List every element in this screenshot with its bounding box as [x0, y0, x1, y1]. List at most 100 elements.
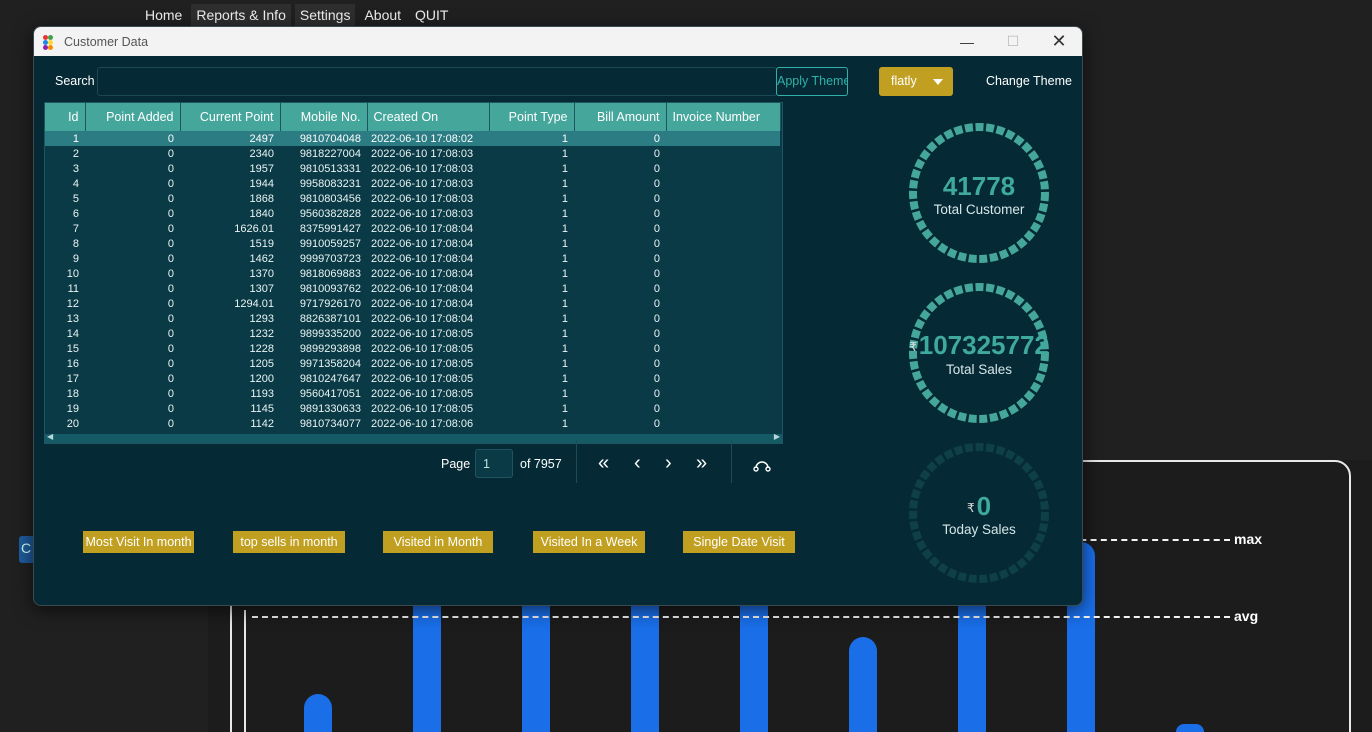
- table-cell: 9818227004: [299, 147, 361, 160]
- table-cell: 15: [66, 342, 79, 355]
- table-cell: 1: [561, 297, 568, 310]
- table-cell: 0: [167, 267, 174, 280]
- table-row[interactable]: 10 0 1370 9818069883 2022-06-10 17:08:04 1 0: [45, 266, 780, 281]
- table-cell: [666, 326, 780, 341]
- customer-data-window: Customer Data — ☐ ✕ Search Apply Theme f…: [33, 26, 1083, 606]
- column-header[interactable]: Id: [45, 103, 86, 131]
- table-cell: 9560417051: [299, 387, 361, 400]
- table-cell: 0: [653, 147, 660, 160]
- menu-quit[interactable]: QUIT: [410, 4, 453, 26]
- menu-settings[interactable]: Settings: [294, 4, 356, 26]
- table-row[interactable]: 12 0 1294.01 9717926170 2022-06-10 17:08:04 1…: [45, 296, 780, 311]
- table-cell: 1: [561, 267, 568, 280]
- column-header[interactable]: Bill Amount: [574, 103, 667, 131]
- table-cell: 0: [653, 267, 660, 280]
- table-cell: 9910059257: [299, 237, 361, 250]
- minimize-button[interactable]: —: [944, 27, 990, 56]
- table-row[interactable]: 1 0 2497 9810704048 2022-06-10 17:08:02 1 0: [45, 131, 780, 146]
- column-header[interactable]: Point Type: [489, 103, 575, 131]
- column-header[interactable]: Invoice Number: [666, 103, 781, 131]
- table-row[interactable]: 16 0 1205 9971358204 2022-06-10 17:08:05 1 0: [45, 356, 780, 371]
- table-cell: 9717926170: [299, 297, 361, 310]
- table-row[interactable]: 17 0 1200 9810247647 2022-06-10 17:08:05 1 0: [45, 371, 780, 386]
- table-cell: [666, 386, 780, 401]
- today-sales-label: Today Sales: [942, 522, 1016, 537]
- table-cell: 2022-06-10 17:08:05: [371, 357, 474, 370]
- horizontal-scrollbar[interactable]: ◀ ▶: [45, 432, 782, 443]
- table-cell: 2022-06-10 17:08:03: [371, 147, 474, 160]
- table-cell: 1: [561, 192, 568, 205]
- table-row[interactable]: 7 0 1626.01 8375991427 2022-06-10 17:08:04 1 0: [45, 221, 780, 236]
- table-cell: 2022-06-10 17:08:04: [371, 267, 474, 280]
- close-button[interactable]: ✕: [1036, 27, 1082, 56]
- table-cell: 1: [489, 131, 574, 146]
- prev-page-button[interactable]: ‹: [634, 452, 641, 475]
- table-cell: 0: [653, 372, 660, 385]
- table-cell: 1142: [250, 417, 274, 430]
- theme-dropdown[interactable]: flatly: [879, 67, 953, 96]
- table-row[interactable]: 19 0 1145 9891330633 2022-06-10 17:08:05 1 0: [45, 401, 780, 416]
- table-row[interactable]: 15 0 1228 9899293898 2022-06-10 17:08:05 1 0: [45, 341, 780, 356]
- table-cell: 0: [653, 417, 660, 430]
- table-cell: [666, 371, 780, 386]
- table-cell: 2022-06-10 17:08:04: [371, 237, 474, 250]
- table-row[interactable]: 8 0 1519 9910059257 2022-06-10 17:08:04 1 0: [45, 236, 780, 251]
- scroll-left-icon[interactable]: ◀: [47, 432, 53, 441]
- menu-reports-info[interactable]: Reports & Info: [191, 4, 291, 26]
- scroll-right-icon[interactable]: ▶: [774, 432, 780, 441]
- last-page-button[interactable]: »: [696, 452, 707, 475]
- table-row[interactable]: 11 0 1307 9810093762 2022-06-10 17:08:04 1 0: [45, 281, 780, 296]
- table-cell: 0: [167, 237, 174, 250]
- table-row[interactable]: 9 0 1462 9999703723 2022-06-10 17:08:04 1 0: [45, 251, 780, 266]
- apply-theme-button[interactable]: Apply Theme: [776, 67, 848, 96]
- column-header[interactable]: Current Point: [180, 103, 281, 131]
- table-cell: 1: [561, 327, 568, 340]
- table-cell: 9891330633: [299, 402, 361, 415]
- table-cell: 1944: [249, 177, 274, 190]
- table-row[interactable]: 4 0 1944 9958083231 2022-06-10 17:08:03 1 0: [45, 176, 780, 191]
- table-cell: 0: [167, 357, 174, 370]
- top-sells-in-month-button[interactable]: top sells in month: [233, 531, 345, 553]
- column-header[interactable]: Point Added: [85, 103, 181, 131]
- table-cell: 1205: [249, 357, 274, 370]
- single-date-visit-button[interactable]: Single Date Visit: [683, 531, 795, 553]
- table-cell: 0: [167, 417, 174, 430]
- refresh-icon[interactable]: [752, 457, 772, 473]
- table-cell: 6: [72, 207, 79, 220]
- table-cell: [666, 131, 780, 146]
- visited-in-a-week-button[interactable]: Visited In a Week: [533, 531, 645, 553]
- table-cell: 1: [561, 222, 568, 235]
- table-cell: 1957: [249, 162, 274, 175]
- table-row[interactable]: 3 0 1957 9810513331 2022-06-10 17:08:03 1 0: [45, 161, 780, 176]
- next-page-button[interactable]: ›: [665, 452, 672, 475]
- menu-about[interactable]: About: [359, 4, 406, 26]
- column-header[interactable]: Mobile No.: [280, 103, 368, 131]
- first-page-button[interactable]: «: [598, 452, 609, 475]
- table-cell: 2022-06-10 17:08:04: [371, 282, 474, 295]
- menu-home[interactable]: Home: [140, 4, 187, 26]
- chart-bar: [522, 592, 550, 732]
- table-cell: 0: [85, 131, 180, 146]
- window-titlebar[interactable]: Customer Data — ☐ ✕: [34, 27, 1082, 56]
- table-cell: 1: [561, 207, 568, 220]
- table-row[interactable]: 5 0 1868 9810803456 2022-06-10 17:08:03 1 0: [45, 191, 780, 206]
- table-row[interactable]: 14 0 1232 9899335200 2022-06-10 17:08:05 1 0: [45, 326, 780, 341]
- table-cell: 1: [561, 282, 568, 295]
- table-cell: 2022-06-10 17:08:05: [371, 327, 474, 340]
- chart-bar: [958, 592, 986, 732]
- table-cell: 1: [45, 131, 85, 146]
- search-input[interactable]: [97, 67, 777, 96]
- table-cell: [666, 176, 780, 191]
- table-cell: 0: [167, 147, 174, 160]
- table-row[interactable]: 18 0 1193 9560417051 2022-06-10 17:08:05 1 0: [45, 386, 780, 401]
- page-number-input[interactable]: [475, 449, 513, 478]
- maximize-button[interactable]: ☐: [990, 27, 1036, 56]
- table-row[interactable]: 2 0 2340 9818227004 2022-06-10 17:08:03 1 0: [45, 146, 780, 161]
- table-row[interactable]: 20 0 1142 9810734077 2022-06-10 17:08:06 1 0: [45, 416, 780, 431]
- table-row[interactable]: 13 0 1293 8826387101 2022-06-10 17:08:04 1 0: [45, 311, 780, 326]
- table-row[interactable]: 6 0 1840 9560382828 2022-06-10 17:08:03 1 0: [45, 206, 780, 221]
- column-header[interactable]: Created On: [367, 103, 490, 131]
- table-cell: 2340: [249, 147, 274, 160]
- visited-in-month-button[interactable]: Visited in Month: [383, 531, 493, 553]
- most-visit-in-month-button[interactable]: Most Visit In month: [83, 531, 194, 553]
